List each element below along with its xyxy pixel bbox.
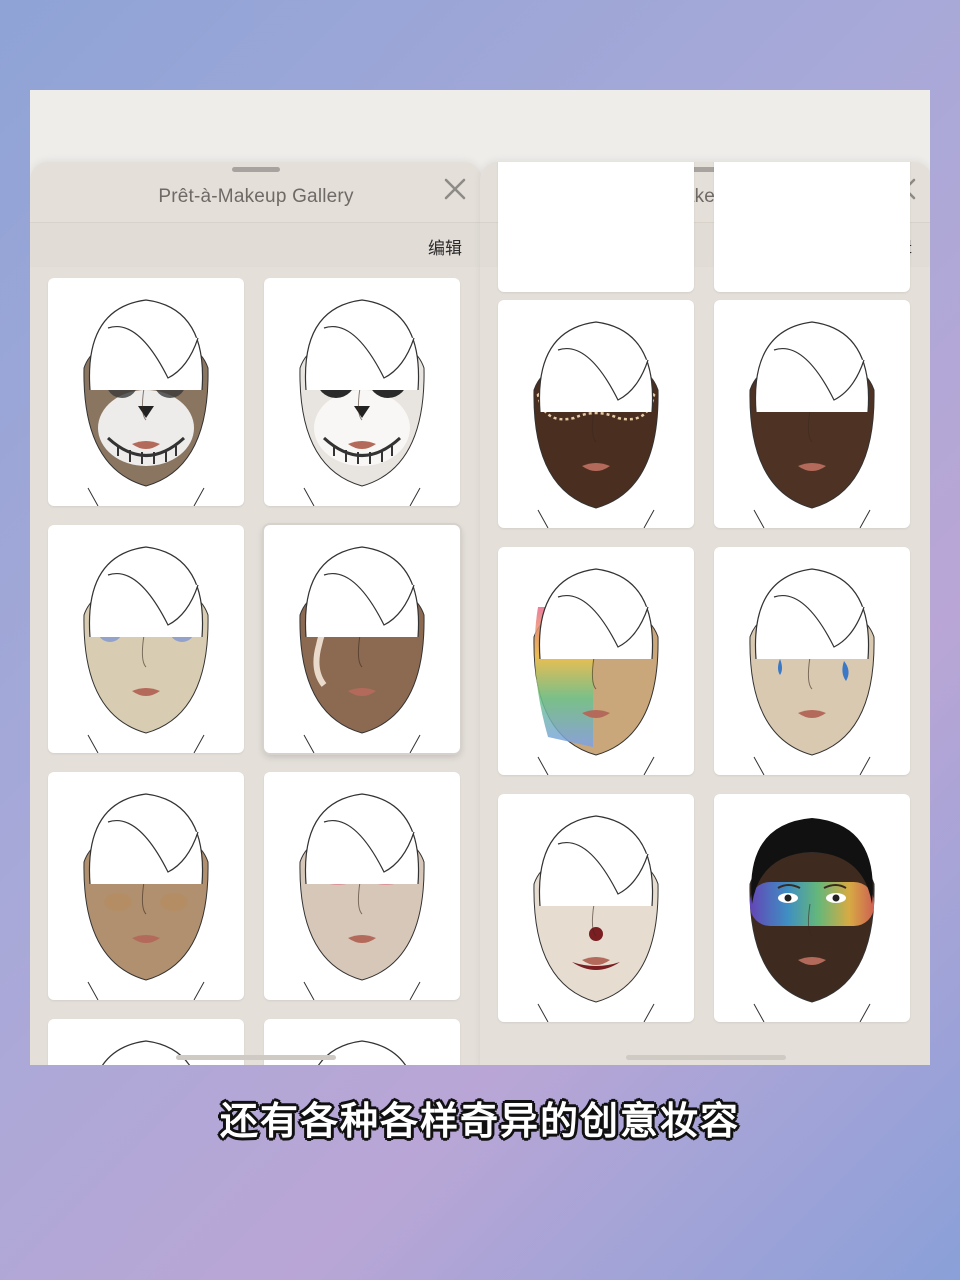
face-chart-card[interactable] [498,162,694,292]
face-chart-card[interactable] [714,794,910,1022]
edit-bar: 编辑 [30,222,482,267]
face-chart-card[interactable] [498,300,694,528]
face-chart-card[interactable] [264,278,460,506]
close-icon [444,178,466,200]
face-chart-thumbnail [749,321,875,528]
face-chart-thumbnail [83,793,209,1000]
face-chart-card[interactable] [48,772,244,1000]
face-chart-card[interactable] [48,278,244,506]
app-screenshot-frame: Prêt-à-Makeup Gallery 编辑 Prêt-à-Makeup G… [30,90,930,1065]
close-button[interactable] [442,176,468,202]
face-chart-card[interactable] [714,547,910,775]
face-chart-thumbnail [749,568,875,775]
panel-title: Prêt-à-Makeup Gallery [158,186,354,207]
face-chart-card[interactable] [264,525,460,753]
face-chart-thumbnail [299,299,425,506]
home-indicator [626,1055,786,1060]
face-chart-card[interactable] [498,547,694,775]
face-chart-thumbnail [533,815,659,1022]
face-chart-thumbnail [533,321,659,528]
face-chart-thumbnail [299,793,425,1000]
edit-button[interactable]: 编辑 [428,234,462,259]
face-chart-card[interactable] [264,772,460,1000]
face-chart-thumbnail [533,568,659,775]
face-chart-thumbnail [83,546,209,753]
sheet-grabber[interactable] [232,167,280,172]
gallery-panel-left: Prêt-à-Makeup Gallery 编辑 [30,162,482,1065]
face-chart-card[interactable] [714,162,910,292]
face-chart-card[interactable] [714,300,910,528]
caption-text: 还有各种各样奇异的创意妆容 [219,1099,740,1143]
face-chart-card[interactable] [48,525,244,753]
face-chart-thumbnail [83,299,209,506]
gallery-panel-right: Prêt-à-Makeup Gallery 编辑 [480,162,930,1065]
face-chart-thumbnail [749,818,875,1022]
face-chart-card[interactable] [498,794,694,1022]
home-indicator [176,1055,336,1060]
face-chart-thumbnail [299,546,425,753]
